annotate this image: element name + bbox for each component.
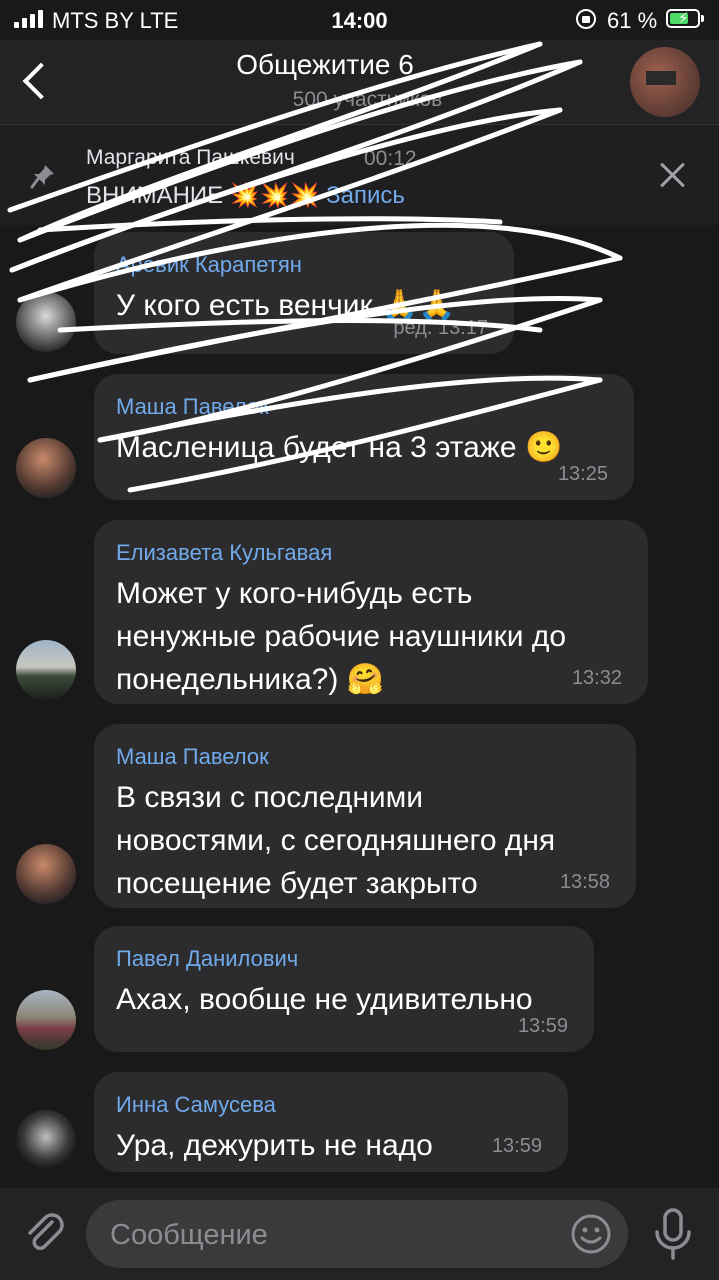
message-time: 13:59 <box>491 1135 542 1157</box>
message-composer <box>0 1188 719 1280</box>
message-bubble[interactable]: Маша Павелок Масленица будет на 3 этаже … <box>94 374 634 500</box>
rotation-lock-icon <box>576 9 596 29</box>
message-line: Может у кого-нибудь есть <box>116 577 473 610</box>
battery-icon: ⚡ <box>666 9 700 28</box>
message-line: В связи с последними <box>116 781 424 814</box>
message-bubble[interactable]: Павел Данилович Ахах, вообще не удивител… <box>94 926 594 1052</box>
message-time: 13:25 <box>557 463 608 485</box>
pinned-message[interactable]: Маргарита Пашкевич 00:12 ВНИМАНИЕ 💥💥💥 За… <box>0 125 719 225</box>
attach-paperclip-icon[interactable] <box>22 1210 68 1256</box>
pin-icon <box>30 165 54 189</box>
avatar[interactable] <box>16 438 76 498</box>
pinned-attachment-link[interactable]: Запись <box>326 182 405 209</box>
pinned-text-row: ВНИМАНИЕ 💥💥💥 Запись <box>86 181 405 210</box>
avatar[interactable] <box>16 844 76 904</box>
pinned-time: 00:12 <box>364 147 417 170</box>
microphone-icon[interactable] <box>650 1206 696 1262</box>
message-line: новостями, с сегодняшнего дня <box>116 824 556 857</box>
message-text: Ура, дежурить не надо <box>116 1129 433 1162</box>
message-bubble[interactable]: Аревик Карапетян У кого есть венчик 🙏🙏 р… <box>94 232 514 354</box>
message-author[interactable]: Маша Павелок <box>116 394 269 420</box>
message-author[interactable]: Павел Данилович <box>116 946 298 972</box>
message-author[interactable]: Маша Павелок <box>116 744 269 770</box>
message-bubble[interactable]: Елизавета Кульгавая Может у кого-нибудь … <box>94 520 648 704</box>
close-icon[interactable] <box>655 157 691 193</box>
message-text: Ахах, вообще не удивительно <box>116 983 533 1016</box>
message-time: ред. 13:17 <box>393 317 488 339</box>
message-line: посещение будет закрыто <box>116 867 478 900</box>
pinned-text: ВНИМАНИЕ 💥💥💥 <box>86 182 320 209</box>
message-bubble[interactable]: Инна Самусева Ура, дежурить не надо 13:5… <box>94 1072 568 1172</box>
status-bar: MTS BY LTE 14:00 61 % ⚡ <box>0 0 719 40</box>
message-bubble[interactable]: Маша Павелок В связи с последними новост… <box>94 724 636 908</box>
message-text: В связи с последними новостями, с сегодн… <box>116 776 555 905</box>
members-count: 500 участников <box>292 88 443 111</box>
message-text: Масленица будет на 3 этаже 🙂 <box>116 431 563 464</box>
message-time: 13:59 <box>517 1015 568 1037</box>
emoji-icon[interactable] <box>570 1213 612 1255</box>
chat-header: Общежитие 6 500 участников <box>0 40 719 124</box>
pinned-author: Маргарита Пашкевич <box>86 146 295 169</box>
message-author[interactable]: Елизавета Кульгавая <box>116 540 332 566</box>
battery-percent: 61 % <box>607 8 658 33</box>
message-author[interactable]: Аревик Карапетян <box>116 252 302 278</box>
avatar[interactable] <box>16 292 76 352</box>
avatar[interactable] <box>16 640 76 700</box>
message-input-container[interactable] <box>86 1200 628 1270</box>
battery-tip <box>701 15 704 22</box>
message-text: Может у кого-нибудь есть ненужные рабочи… <box>116 572 566 701</box>
chat-title[interactable]: Общежитие 6 <box>0 49 650 81</box>
message-input[interactable] <box>108 1200 552 1270</box>
message-line: понедельника?) 🤗 <box>116 663 385 696</box>
message-time: 13:58 <box>559 871 610 893</box>
message-line: ненужные рабочие наушники до <box>116 620 567 653</box>
message-time: 13:32 <box>571 667 622 689</box>
avatar[interactable] <box>16 1110 76 1170</box>
chat-avatar[interactable] <box>630 47 700 117</box>
avatar[interactable] <box>16 990 76 1050</box>
message-author[interactable]: Инна Самусева <box>116 1092 276 1118</box>
